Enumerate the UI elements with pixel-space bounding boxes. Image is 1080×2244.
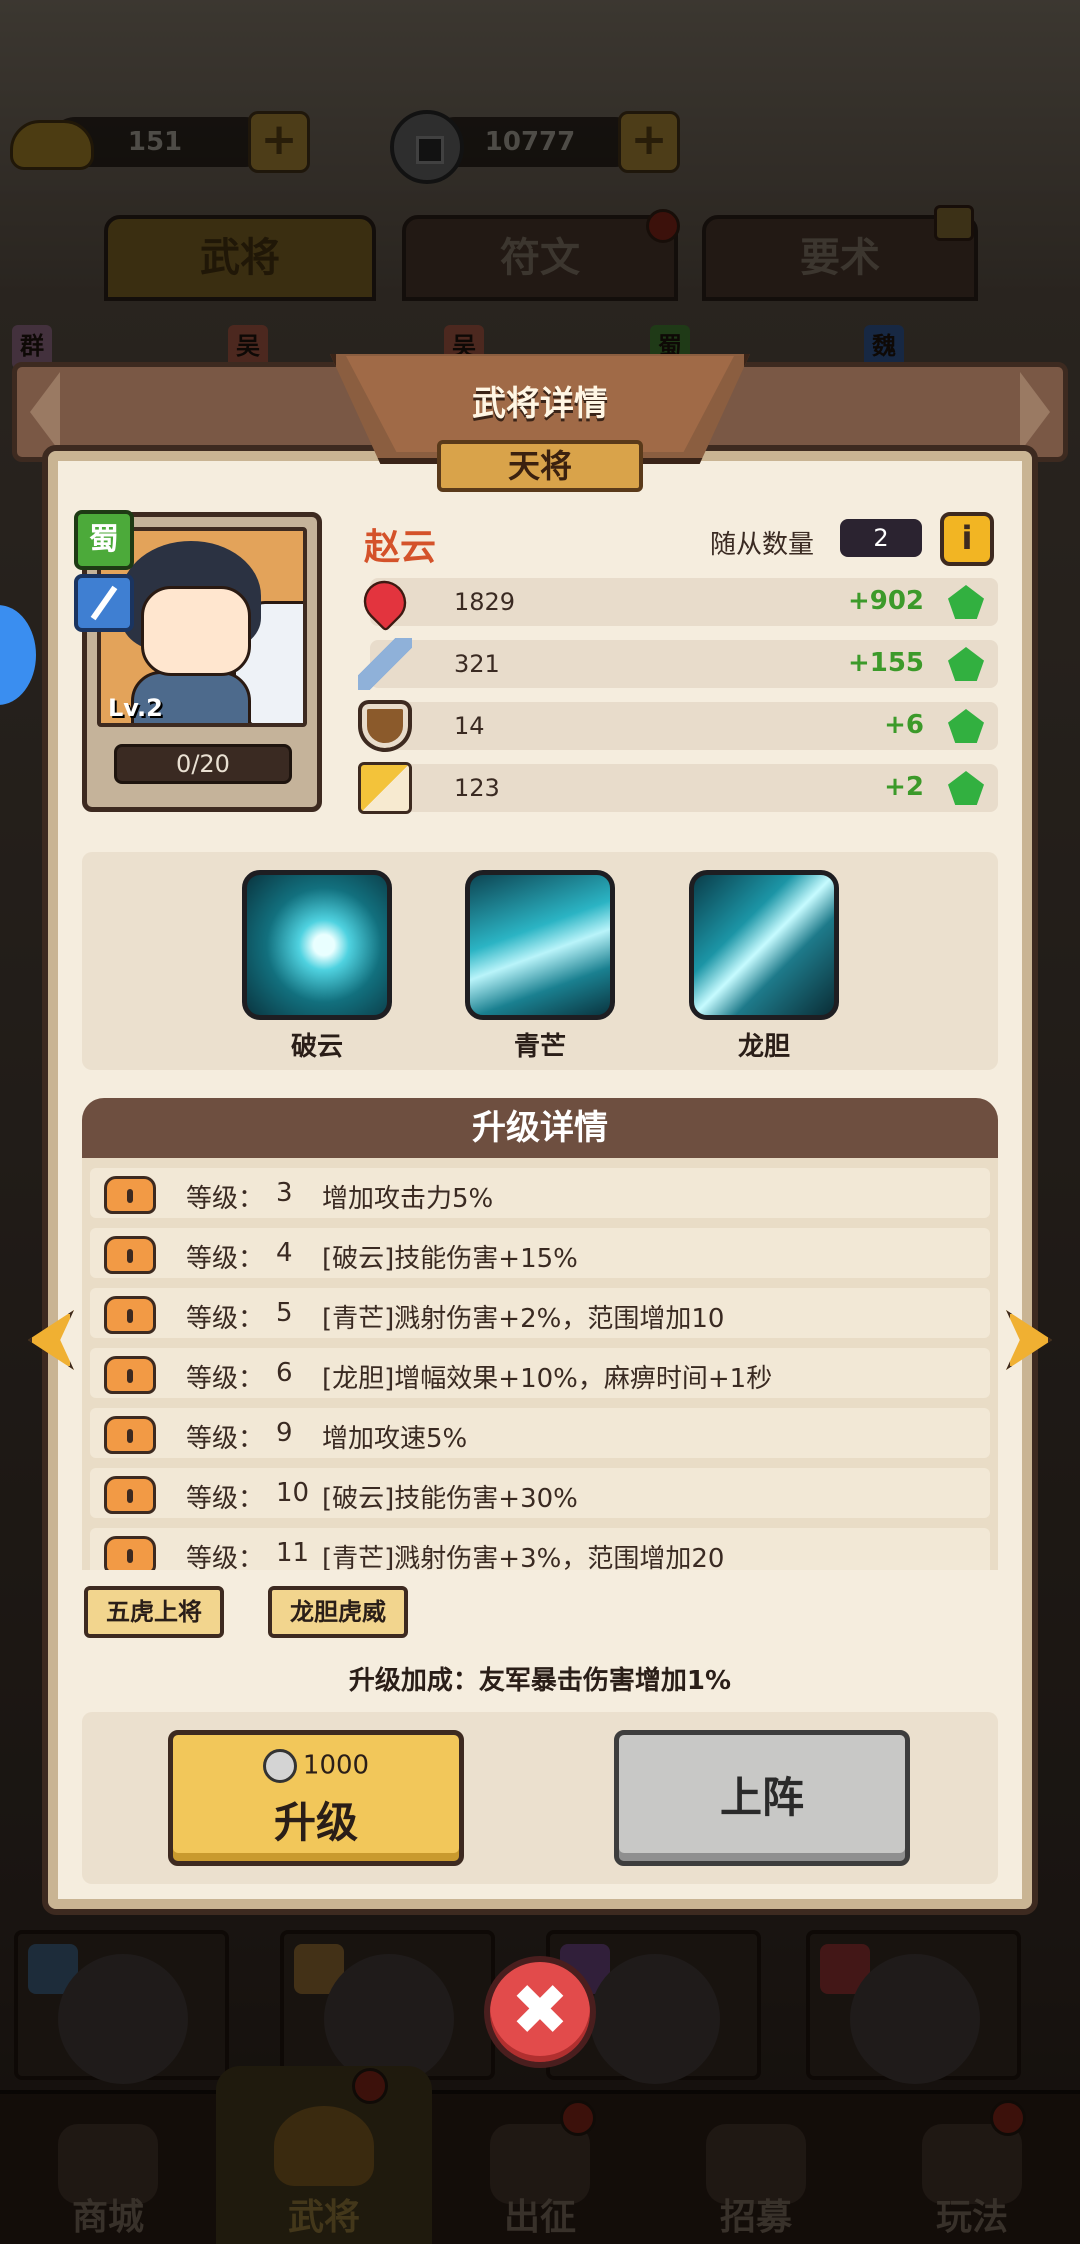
level-label: 等级： <box>186 1244 265 1274</box>
synergy-tag-longdan[interactable]: 龙胆虎威 <box>268 1586 408 1638</box>
stat-value: 123 <box>454 774 500 802</box>
list-item: 等级： 5 [青芒]溅射伤害+2%，范围增加10 <box>90 1288 990 1338</box>
upgrade-details-header: 升级详情 <box>82 1098 998 1158</box>
level-number: 4 <box>276 1238 293 1268</box>
stat-row-hp: 1829 +902 <box>355 572 998 632</box>
faction-badge: 蜀 <box>74 510 134 570</box>
skill-qingmang[interactable]: 青芒 <box>465 870 615 1063</box>
fragment-progress: 0/20 <box>114 744 292 784</box>
stat-bonus: +6 <box>884 710 924 740</box>
list-item: 等级： 4 [破云]技能伤害+15% <box>90 1228 990 1278</box>
hero-name: 赵云 <box>364 527 437 568</box>
upgrade-effect: [破云]技能伤害+30% <box>322 1484 578 1514</box>
rank-tag: 天将 <box>437 440 643 492</box>
list-item: 等级： 9 增加攻速5% <box>90 1408 990 1458</box>
lock-icon <box>104 1236 156 1274</box>
boot-icon <box>358 762 412 814</box>
follower-label: 随从数量 <box>710 530 815 560</box>
skill-spear-icon <box>689 870 839 1020</box>
upgrade-cost: 1000 <box>173 1749 459 1783</box>
upgrade-details-list[interactable]: 等级： 3 增加攻击力5% 等级： 4 [破云]技能伤害+15% 等级： 5 [… <box>82 1158 998 1570</box>
upgrade-effect: 增加攻速5% <box>322 1424 468 1454</box>
spear-icon <box>74 574 134 632</box>
deploy-button[interactable]: 上阵 <box>614 1730 910 1866</box>
hero-level: Lv.2 <box>108 694 163 722</box>
skill-vortex-icon <box>242 870 392 1020</box>
skill-longdan[interactable]: 龙胆 <box>689 870 839 1063</box>
stat-row-defense: 14 +6 <box>358 700 998 752</box>
lock-icon <box>104 1416 156 1454</box>
lock-icon <box>104 1296 156 1334</box>
upgrade-effect: [青芒]溅射伤害+3%，范围增加20 <box>322 1544 725 1570</box>
synergy-tag-wuhu[interactable]: 五虎上将 <box>84 1586 224 1638</box>
upgrade-arrow-icon <box>948 771 984 805</box>
level-number: 5 <box>276 1298 293 1328</box>
upgrade-effect: 增加攻击力5% <box>322 1184 494 1214</box>
skill-poyun[interactable]: 破云 <box>242 870 392 1063</box>
upgrade-effect: [破云]技能伤害+15% <box>322 1244 578 1274</box>
list-item: 等级： 11 [青芒]溅射伤害+3%，范围增加20 <box>90 1528 990 1570</box>
level-label: 等级： <box>186 1304 265 1334</box>
level-number: 11 <box>276 1538 310 1568</box>
level-label: 等级： <box>186 1364 265 1394</box>
list-item: 等级： 3 增加攻击力5% <box>90 1168 990 1218</box>
stat-bonus: +902 <box>847 586 924 616</box>
upgrade-effect: [龙胆]增幅效果+10%，麻痹时间+1秒 <box>322 1364 773 1394</box>
upgrade-arrow-icon <box>948 585 984 619</box>
stat-bonus: +155 <box>847 648 924 678</box>
skill-wave-icon <box>465 870 615 1020</box>
lock-icon <box>104 1476 156 1514</box>
sword-icon <box>358 638 412 690</box>
stat-value: 1829 <box>454 588 516 616</box>
level-number: 10 <box>276 1478 310 1508</box>
lock-icon <box>104 1536 156 1570</box>
ribbon-right-decoration <box>1020 372 1050 452</box>
stat-value: 321 <box>454 650 500 678</box>
lock-icon <box>104 1356 156 1394</box>
stat-bonus: +2 <box>884 772 924 802</box>
upgrade-bonus-text: 升级加成：友军暴击伤害增加1% <box>348 1666 732 1696</box>
lock-icon <box>104 1176 156 1214</box>
stat-row-speed: 123 +2 <box>358 762 998 814</box>
stat-row-attack: 321 +155 <box>358 638 998 690</box>
follower-count: 2 <box>840 519 922 557</box>
skill-name: 龙胆 <box>737 1032 790 1062</box>
shield-icon <box>358 700 412 752</box>
ribbon-left-decoration <box>30 372 60 452</box>
upgrade-effect: [青芒]溅射伤害+2%，范围增加10 <box>322 1304 725 1334</box>
skill-name: 破云 <box>290 1032 343 1062</box>
list-item: 等级： 10 [破云]技能伤害+30% <box>90 1468 990 1518</box>
level-label: 等级： <box>186 1424 265 1454</box>
level-number: 9 <box>276 1418 293 1448</box>
level-number: 6 <box>276 1358 293 1388</box>
upgrade-cost-value: 1000 <box>302 1750 370 1781</box>
info-button[interactable]: i <box>940 512 994 566</box>
level-label: 等级： <box>186 1544 265 1570</box>
level-label: 等级： <box>186 1484 265 1514</box>
upgrade-arrow-icon <box>948 647 984 681</box>
upgrade-button[interactable]: 1000 升级 <box>168 1730 464 1866</box>
dialog-title: 武将详情 <box>472 384 608 424</box>
close-button[interactable]: ✖ <box>484 1956 596 2068</box>
level-number: 3 <box>276 1178 293 1208</box>
skill-name: 青芒 <box>513 1032 566 1062</box>
upgrade-button-label: 升级 <box>273 1798 358 1847</box>
upgrade-arrow-icon <box>948 709 984 743</box>
stat-value: 14 <box>454 712 485 740</box>
coin-icon <box>262 1749 297 1783</box>
list-item: 等级： 6 [龙胆]增幅效果+10%，麻痹时间+1秒 <box>90 1348 990 1398</box>
level-label: 等级： <box>186 1184 265 1214</box>
